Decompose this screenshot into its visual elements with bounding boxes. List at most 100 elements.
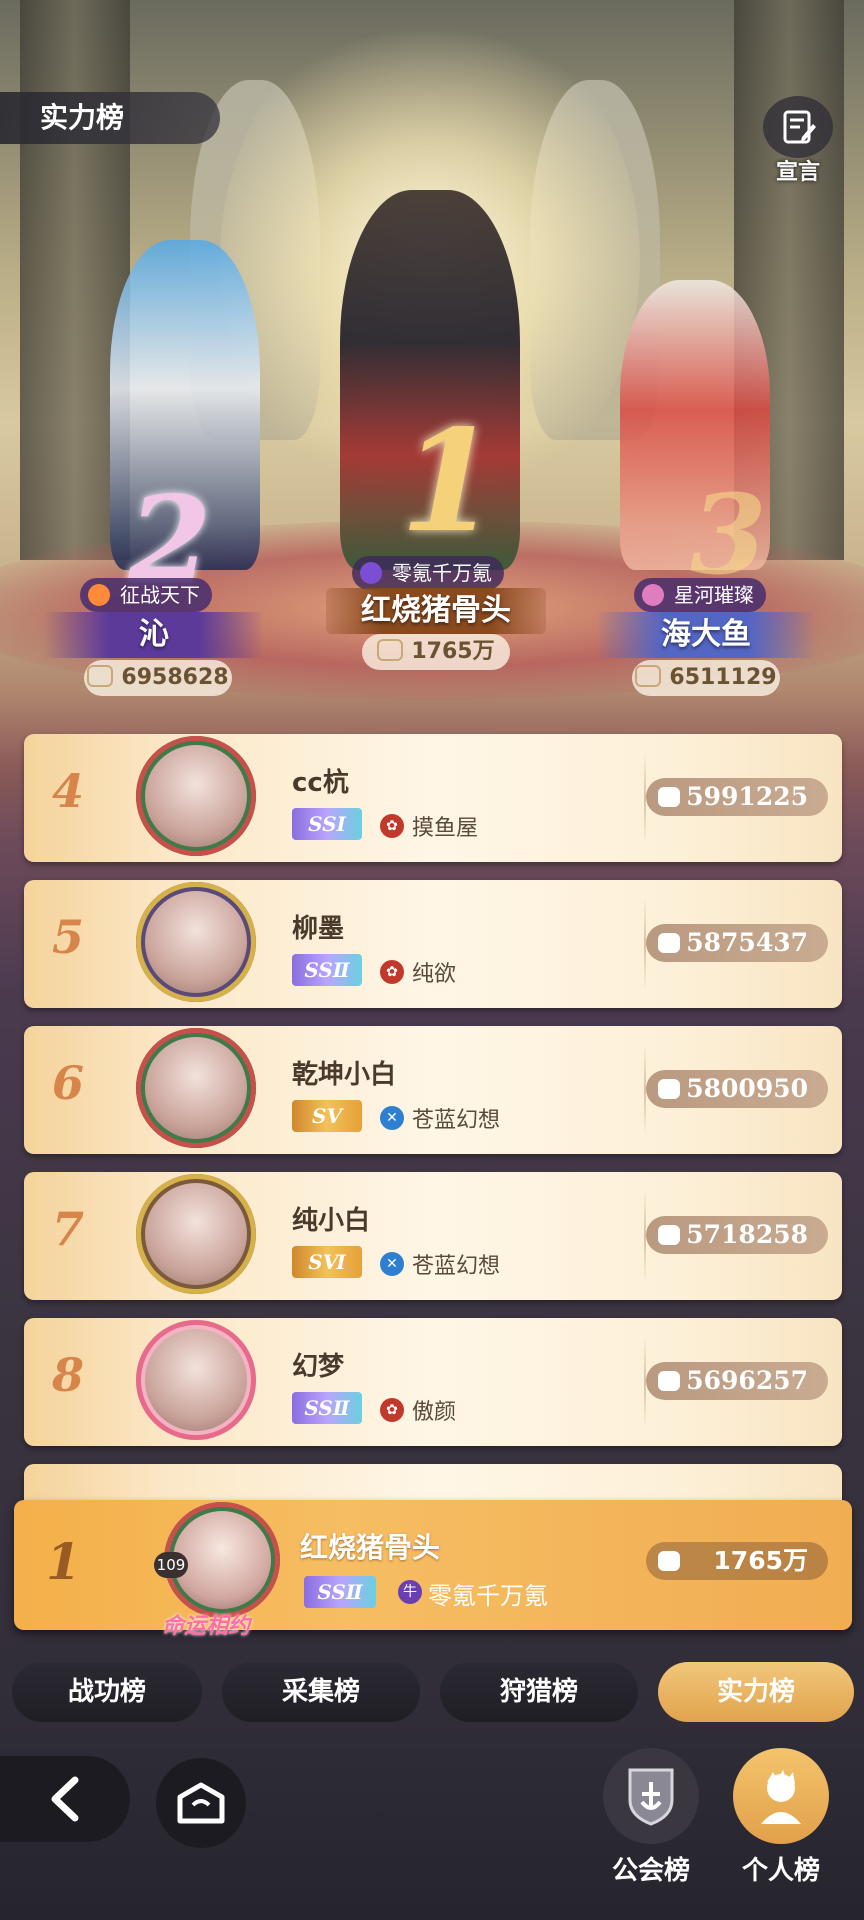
avatar-frame-caption: 命运相约 — [162, 1614, 251, 1639]
guild-name: 傲颜 — [412, 1400, 457, 1425]
my-rank-number: 1 — [46, 1532, 81, 1591]
score-value: 5718258 — [686, 1220, 808, 1249]
fist-icon — [87, 665, 114, 687]
podium-guild-name: 征战天下 — [120, 583, 200, 607]
player-name: 乾坤小白 — [292, 1060, 397, 1090]
podium-name-plate: 海大鱼 — [596, 612, 816, 658]
tab-gathering[interactable]: 采集榜 — [222, 1662, 420, 1722]
list-item[interactable]: 5 柳墨 SSⅡ ✿ 纯欲 5875437 — [24, 880, 842, 1008]
podium-guild-name: 零氪千万氪 — [392, 561, 492, 585]
declare-label: 宣言 — [775, 160, 820, 185]
avatar[interactable] — [136, 1320, 256, 1440]
tab-strength[interactable]: 实力榜 — [658, 1662, 854, 1722]
guild-emblem-icon: ✿ — [380, 814, 404, 838]
rank-number: 7 — [52, 1202, 85, 1256]
podium-score: 6958628 — [84, 660, 232, 696]
page-title: 实力榜 — [0, 92, 220, 144]
guild-ranking-button[interactable]: 公会榜 — [596, 1748, 706, 1887]
tier-badge: SⅥ — [292, 1246, 362, 1278]
list-item[interactable]: 4 cc杭 SSⅠ ✿ 摸鱼屋 5991225 — [24, 734, 842, 862]
fist-icon — [377, 639, 404, 661]
person-icon — [733, 1748, 829, 1844]
guild-emblem-icon — [360, 562, 382, 584]
guild-emblem-icon: ✕ — [380, 1106, 404, 1130]
player-name: 幻梦 — [292, 1352, 345, 1382]
podium-score-value: 1765万 — [411, 639, 495, 664]
guild-emblem-icon — [642, 584, 664, 606]
guild-name: 摸鱼屋 — [412, 816, 479, 841]
fist-icon — [658, 1371, 680, 1391]
podium-guild-name: 星河璀璨 — [674, 583, 754, 607]
level-badge: 109 — [154, 1552, 188, 1578]
guild-name: 苍蓝幻想 — [412, 1254, 501, 1279]
score-pill: 5875437 — [646, 924, 828, 962]
my-rank-row[interactable]: 1 109 命运相约 红烧猪骨头 SSⅡ 牛 零氪千万氪 1765万 — [14, 1500, 852, 1639]
rank-number: 8 — [52, 1348, 85, 1402]
podium-score: 6511129 — [632, 660, 780, 696]
list-item[interactable]: 6 乾坤小白 SⅤ ✕ 苍蓝幻想 5800950 — [24, 1026, 842, 1154]
guild-emblem-icon: ✿ — [380, 1398, 404, 1422]
home-button[interactable] — [156, 1758, 246, 1848]
player-name: 纯小白 — [292, 1206, 371, 1236]
podium-guild-tag: 零氪千万氪 — [352, 556, 504, 590]
my-guild-name: 零氪千万氪 — [428, 1582, 548, 1610]
my-tier-badge: SSⅡ — [304, 1576, 376, 1608]
score-pill: 5991225 — [646, 778, 828, 816]
player-name: 柳墨 — [292, 914, 345, 944]
fist-icon — [658, 1225, 680, 1245]
fist-icon — [658, 1551, 680, 1571]
bottom-nav: 公会榜 个人榜 — [0, 1734, 864, 1920]
podium-name-plate: 红烧猪骨头 — [326, 588, 546, 634]
my-player-name: 红烧猪骨头 — [300, 1531, 441, 1564]
fist-icon — [635, 665, 662, 687]
personal-ranking-button[interactable]: 个人榜 — [726, 1748, 836, 1887]
avatar[interactable] — [136, 1174, 256, 1294]
guild-name: 苍蓝幻想 — [412, 1108, 501, 1133]
rank-number: 5 — [52, 910, 85, 964]
score-value: 5875437 — [686, 928, 808, 957]
back-button[interactable] — [0, 1756, 130, 1842]
tab-merit[interactable]: 战功榜 — [12, 1662, 202, 1722]
guild-emblem-icon: ✿ — [380, 960, 404, 984]
rank-number: 4 — [52, 764, 85, 818]
edit-note-icon — [763, 96, 833, 158]
tier-badge: SSⅠ — [292, 808, 362, 840]
fist-icon — [658, 1079, 680, 1099]
declare-button[interactable]: 宣言 — [760, 96, 836, 186]
podium-name-plate: 沁 — [44, 612, 264, 658]
guild-emblem-icon: 牛 — [398, 1580, 422, 1604]
score-pill: 5696257 — [646, 1362, 828, 1400]
score-value: 5800950 — [686, 1074, 808, 1103]
avatar[interactable] — [136, 736, 256, 856]
home-icon — [177, 1782, 225, 1824]
tab-hunting[interactable]: 狩猎榜 — [440, 1662, 638, 1722]
guild-name: 纯欲 — [412, 962, 457, 987]
player-name: cc杭 — [292, 768, 349, 798]
podium-guild-tag: 征战天下 — [80, 578, 212, 612]
score-value: 5696257 — [686, 1366, 808, 1395]
podium-score-value: 6511129 — [669, 665, 777, 690]
podium-score-value: 6958628 — [121, 665, 229, 690]
tier-badge: SSⅡ — [292, 1392, 362, 1424]
list-item[interactable]: 7 纯小白 SⅥ ✕ 苍蓝幻想 5718258 — [24, 1172, 842, 1300]
chevron-left-icon — [51, 1776, 79, 1822]
my-score-value: 1765万 — [713, 1546, 808, 1575]
podium-score: 1765万 — [362, 634, 510, 670]
tier-badge: SⅤ — [292, 1100, 362, 1132]
score-pill: 5718258 — [646, 1216, 828, 1254]
rank-number: 6 — [52, 1056, 85, 1110]
guild-emblem-icon: ✕ — [380, 1252, 404, 1276]
guild-shield-icon — [603, 1748, 699, 1844]
avatar[interactable] — [136, 882, 256, 1002]
score-pill: 5800950 — [646, 1070, 828, 1108]
fist-icon — [658, 787, 680, 807]
fist-icon — [658, 933, 680, 953]
list-item[interactable]: 8 幻梦 SSⅡ ✿ 傲颜 5696257 — [24, 1318, 842, 1446]
podium-rank-1: 1 — [400, 400, 498, 564]
tier-badge: SSⅡ — [292, 954, 362, 986]
ranking-tabs: 战功榜 采集榜 狩猎榜 实力榜 — [0, 1654, 864, 1734]
podium-guild-tag: 星河璀璨 — [634, 578, 766, 612]
guild-emblem-icon — [88, 584, 110, 606]
my-score-pill: 1765万 — [646, 1542, 828, 1580]
avatar[interactable] — [136, 1028, 256, 1148]
